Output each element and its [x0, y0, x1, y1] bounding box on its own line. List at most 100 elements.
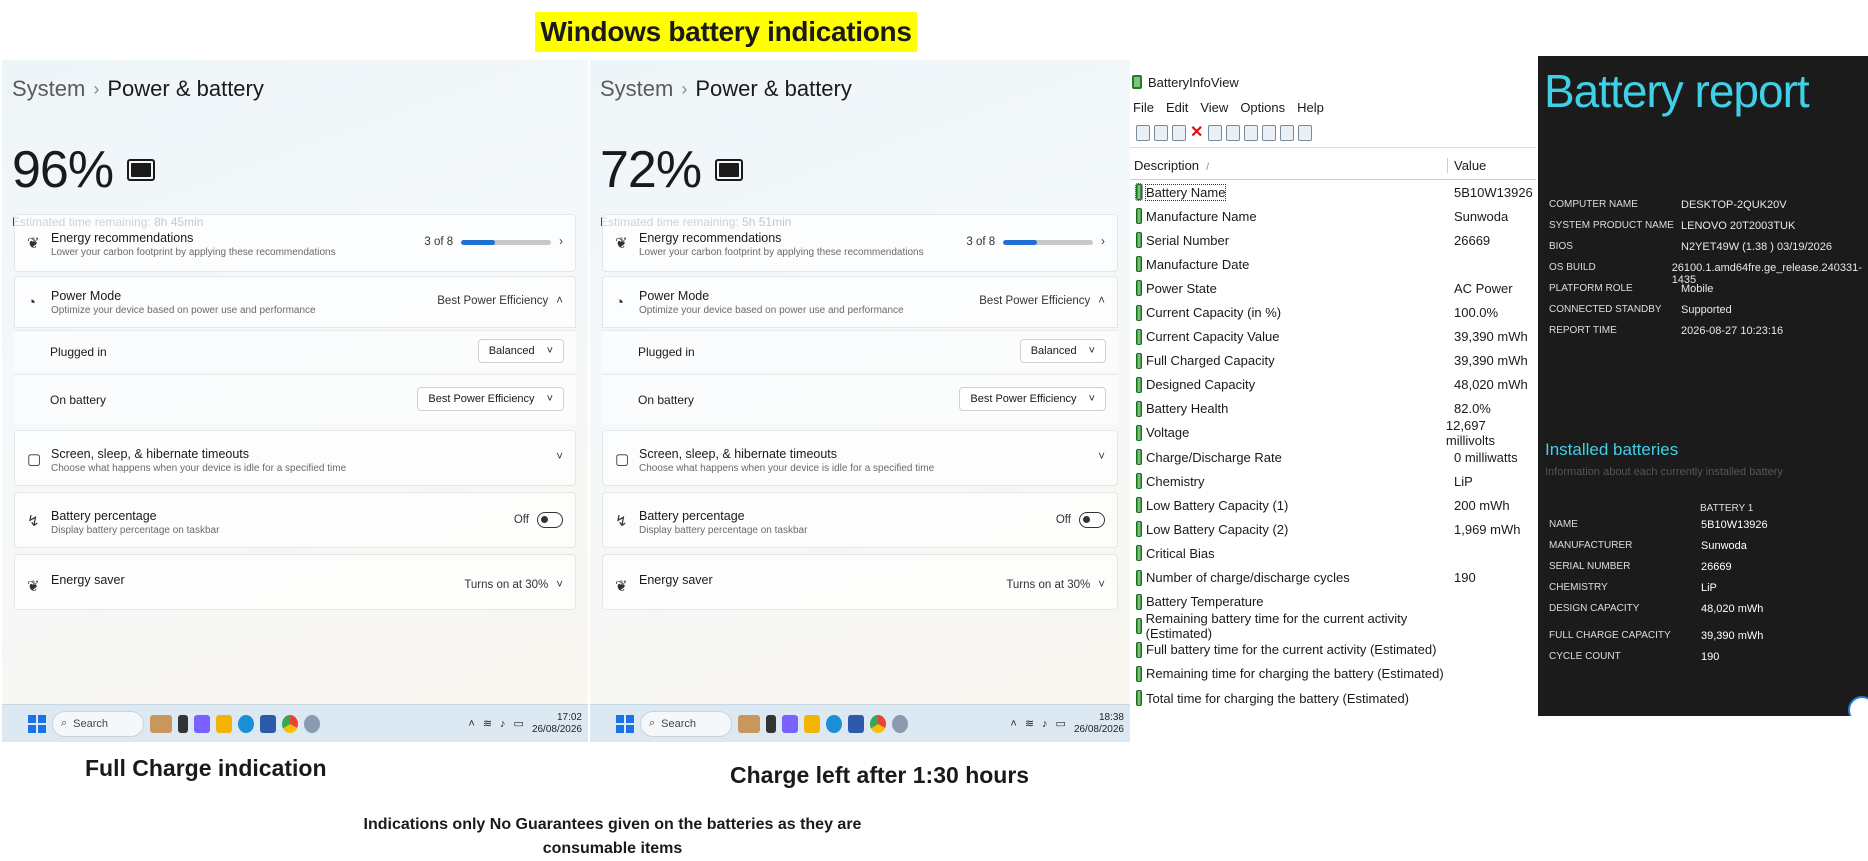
battery-info-row[interactable]: Current Capacity Value 39,390 mWh — [1130, 325, 1536, 349]
battery-row-icon — [1136, 400, 1142, 417]
screen-sleep-card[interactable]: ▢ Screen, sleep, & hibernate timeouts Ch… — [602, 430, 1118, 486]
wifi-icon[interactable]: ≋ — [483, 717, 492, 730]
html-report-icon[interactable] — [1262, 124, 1276, 141]
copy-rows-icon[interactable] — [1244, 124, 1258, 141]
menu-edit[interactable]: Edit — [1166, 100, 1188, 115]
clock[interactable]: 18:38 26/08/2026 — [1074, 712, 1124, 736]
power-mode-card[interactable]: ◔ Power Mode Optimize your device based … — [14, 276, 576, 328]
on-battery-dropdown[interactable]: Best Power Efficiency ˅ — [959, 387, 1106, 411]
on-battery-dropdown[interactable]: Best Power Efficiency ˅ — [417, 387, 564, 411]
energy-progress-bar — [461, 239, 552, 245]
battery-info-row[interactable]: Chemistry LiP — [1130, 469, 1536, 493]
energy-recommendations-card[interactable]: ❦ Energy recommendations Lower your carb… — [602, 214, 1118, 272]
save-icon[interactable] — [1208, 124, 1222, 141]
app-icon[interactable] — [194, 714, 210, 733]
battery-info-row[interactable]: Charge/Discharge Rate 0 milliwatts — [1130, 445, 1536, 469]
volume-icon[interactable]: ♪ — [500, 718, 506, 730]
battery-info-row[interactable]: Critical Bias — [1130, 541, 1536, 565]
find-icon[interactable] — [1280, 124, 1294, 141]
battery-info-row[interactable]: Manufacture Date — [1130, 252, 1536, 276]
menu-file[interactable]: File — [1133, 100, 1154, 115]
wifi-icon[interactable]: ≋ — [1025, 717, 1034, 730]
system-tray[interactable]: ˄ ≋ ♪ ▭ 18:38 26/08/2026 — [1010, 712, 1124, 736]
menu-help[interactable]: Help — [1297, 100, 1324, 115]
battery-info-row[interactable]: Serial Number 26669 — [1130, 228, 1536, 252]
battery-info-row[interactable]: Full Charged Capacity 39,390 mWh — [1130, 349, 1536, 373]
menu-view[interactable]: View — [1200, 100, 1228, 115]
refresh-icon[interactable] — [1226, 124, 1240, 141]
battery-tray-icon[interactable]: ▭ — [514, 717, 524, 730]
edge-icon[interactable] — [238, 714, 254, 733]
widget-icon[interactable] — [150, 714, 172, 733]
plugged-in-dropdown[interactable]: Balanced ˅ — [477, 339, 564, 363]
battery-percentage-card: ↯ Battery percentage Display battery per… — [602, 492, 1118, 548]
edge-icon[interactable] — [826, 714, 842, 733]
properties-icon[interactable] — [1136, 124, 1150, 141]
chevron-up-icon[interactable]: ˄ — [1010, 718, 1016, 730]
store-icon[interactable] — [848, 714, 864, 733]
power-mode-card[interactable]: ◔ Power Mode Optimize your device based … — [602, 276, 1118, 328]
battery-info-row[interactable]: Full battery time for the current activi… — [1130, 638, 1536, 662]
battery-info-row[interactable]: Current Capacity (in %) 100.0% — [1130, 300, 1536, 324]
task-view-icon[interactable] — [766, 714, 776, 733]
breadcrumb-system[interactable]: System — [12, 76, 85, 102]
plugged-in-dropdown[interactable]: Balanced ˅ — [1019, 339, 1106, 363]
screen-sleep-card[interactable]: ▢ Screen, sleep, & hibernate timeouts Ch… — [14, 430, 576, 486]
chevron-down-icon: ˅ — [546, 345, 553, 357]
window-icon[interactable] — [1172, 124, 1186, 141]
column-value[interactable]: Value — [1448, 158, 1486, 173]
chevron-up-icon[interactable]: ˄ — [468, 718, 474, 730]
battery-info-row[interactable]: Battery Name 5B10W13926 — [1130, 180, 1536, 204]
column-description[interactable]: Description / — [1130, 158, 1448, 173]
clock[interactable]: 17:02 26/08/2026 — [532, 712, 582, 736]
system-tray[interactable]: ˄ ≋ ♪ ▭ 17:02 26/08/2026 — [468, 712, 582, 736]
battery-percentage-toggle[interactable] — [537, 512, 563, 528]
battery-info-row[interactable]: Remaining time for charging the battery … — [1130, 662, 1536, 686]
battery-info-row[interactable]: Number of charge/discharge cycles 190 — [1130, 566, 1536, 590]
settings-gear-icon[interactable] — [304, 714, 320, 733]
taskbar-search[interactable]: ⌕ Search — [640, 710, 732, 737]
battery-info-row[interactable]: Low Battery Capacity (1) 200 mWh — [1130, 493, 1536, 517]
row-description: Remaining battery time for the current a… — [1130, 611, 1448, 641]
copy-icon[interactable] — [1154, 124, 1168, 141]
start-icon[interactable] — [616, 714, 634, 733]
window-titlebar: BatteryInfoView — [1130, 68, 1536, 96]
battery-info-row[interactable]: Designed Capacity 48,020 mWh — [1130, 373, 1536, 397]
row-description-label: Manufacture Name — [1146, 208, 1257, 224]
battery-info-row[interactable]: Voltage 12,697 millivolts — [1130, 418, 1536, 448]
edge-button-icon[interactable] — [1848, 696, 1868, 716]
breadcrumb-chevron-icon: › — [681, 78, 688, 99]
battery-info-row[interactable]: Power State AC Power — [1130, 276, 1536, 300]
on-battery-value: Best Power Efficiency — [970, 393, 1077, 405]
energy-recommendations-card[interactable]: ❦ Energy recommendations Lower your carb… — [14, 214, 576, 272]
file-explorer-icon[interactable] — [216, 714, 232, 733]
battery-info-row[interactable]: Total time for charging the battery (Est… — [1130, 686, 1536, 710]
app-icon[interactable] — [782, 714, 798, 733]
chrome-icon[interactable] — [282, 714, 298, 733]
system-info-key: BIOS — [1549, 241, 1573, 252]
battery-info-row[interactable]: Manufacture Name Sunwoda — [1130, 204, 1536, 228]
volume-icon[interactable]: ♪ — [1042, 718, 1048, 730]
exit-icon[interactable] — [1298, 124, 1312, 141]
delete-icon[interactable]: ✕ — [1190, 124, 1204, 141]
battery-info-row[interactable]: Remaining battery time for the current a… — [1130, 611, 1536, 641]
taskbar-search[interactable]: ⌕ Search — [52, 710, 144, 737]
battery-tray-icon[interactable]: ▭ — [1056, 717, 1066, 730]
chrome-icon[interactable] — [870, 714, 886, 733]
task-view-icon[interactable] — [178, 714, 188, 733]
energy-saver-title: Energy saver — [639, 573, 713, 587]
file-explorer-icon[interactable] — [804, 714, 820, 733]
energy-saver-card[interactable]: ❦ Energy saver Turns on at 30% ˅ — [602, 554, 1118, 610]
breadcrumb-system[interactable]: System — [600, 76, 673, 102]
screen-sleep-title: Screen, sleep, & hibernate timeouts — [51, 447, 250, 461]
row-value: AC Power — [1454, 280, 1513, 296]
energy-saver-card[interactable]: ❦ Energy saver Turns on at 30% ˅ — [14, 554, 576, 610]
widget-icon[interactable] — [738, 714, 760, 733]
store-icon[interactable] — [260, 714, 276, 733]
settings-gear-icon[interactable] — [892, 714, 908, 733]
start-icon[interactable] — [28, 714, 46, 733]
battery-detail-row: NAME 5B10W13926 — [1549, 519, 1768, 531]
battery-info-row[interactable]: Low Battery Capacity (2) 1,969 mWh — [1130, 517, 1536, 541]
battery-percentage-toggle[interactable] — [1079, 512, 1105, 528]
menu-options[interactable]: Options — [1240, 100, 1285, 115]
